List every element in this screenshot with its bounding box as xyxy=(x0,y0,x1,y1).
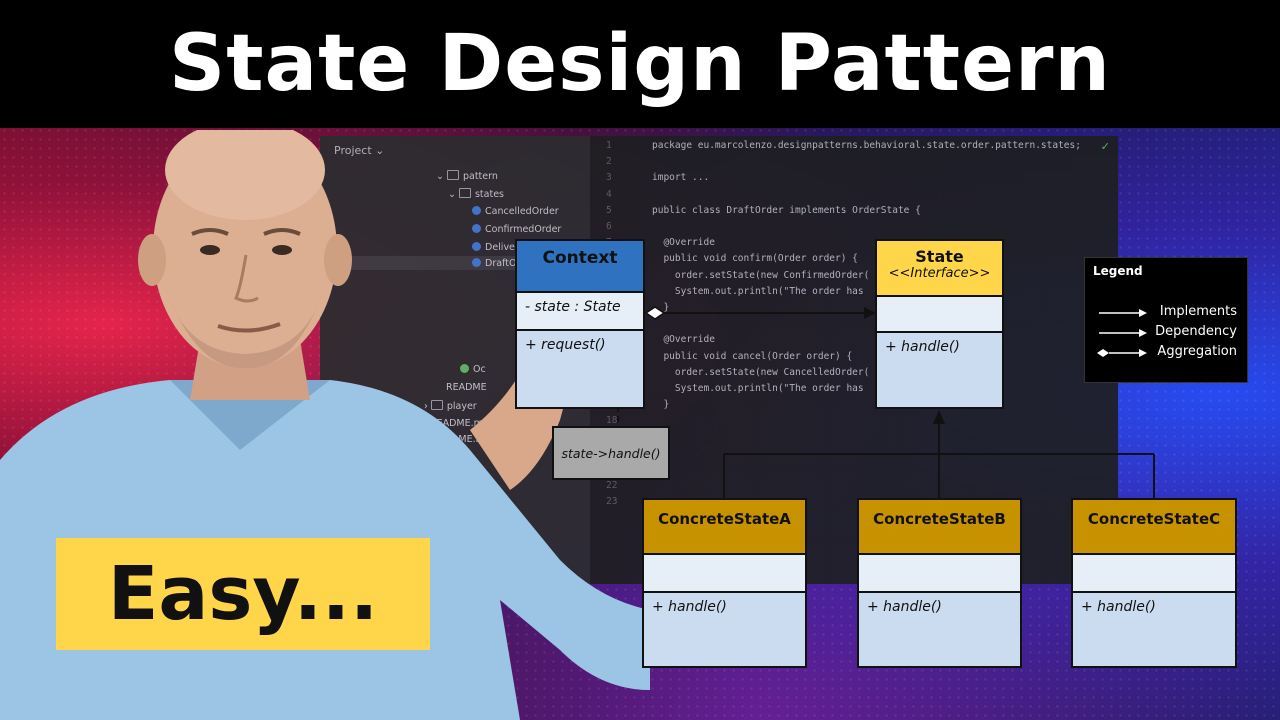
legend-implements: Implements xyxy=(1159,304,1237,319)
uml-context-class: Context - state : State + request() xyxy=(515,239,645,409)
uml-concrete-state-c: ConcreteStateC + handle() xyxy=(1071,498,1237,668)
context-header: Context xyxy=(517,241,643,293)
state-attributes xyxy=(877,297,1002,333)
state-name: State xyxy=(915,247,964,266)
uml-state-interface: State <<Interface>> + handle() xyxy=(875,239,1004,409)
uml-concrete-state-b: ConcreteStateB + handle() xyxy=(857,498,1022,668)
legend-dependency: Dependency xyxy=(1155,324,1237,339)
state-operation: + handle() xyxy=(885,339,960,355)
concrete-b-operation: + handle() xyxy=(867,599,942,615)
concrete-a-attributes xyxy=(644,555,805,593)
uml-note: state->handle() xyxy=(552,426,670,480)
legend: Legend Implements Dependency Aggregation xyxy=(1084,257,1248,383)
context-attribute: - state : State xyxy=(517,293,643,331)
concrete-b-header: ConcreteStateB xyxy=(859,500,1020,555)
state-stereotype: <<Interface>> xyxy=(888,266,991,281)
concrete-a-operation: + handle() xyxy=(652,599,727,615)
easy-badge: Easy... xyxy=(56,538,430,650)
concrete-c-operation: + handle() xyxy=(1081,599,1156,615)
concrete-a-header: ConcreteStateA xyxy=(644,500,805,555)
legend-aggregation: Aggregation xyxy=(1157,344,1237,359)
state-header: State <<Interface>> xyxy=(877,241,1002,297)
concrete-c-attributes xyxy=(1073,555,1235,593)
easy-text: Easy... xyxy=(107,551,379,637)
legend-arrows xyxy=(1097,309,1147,357)
context-operation: + request() xyxy=(525,337,606,353)
uml-concrete-state-a: ConcreteStateA + handle() xyxy=(642,498,807,668)
concrete-b-attributes xyxy=(859,555,1020,593)
concrete-c-header: ConcreteStateC xyxy=(1073,500,1235,555)
